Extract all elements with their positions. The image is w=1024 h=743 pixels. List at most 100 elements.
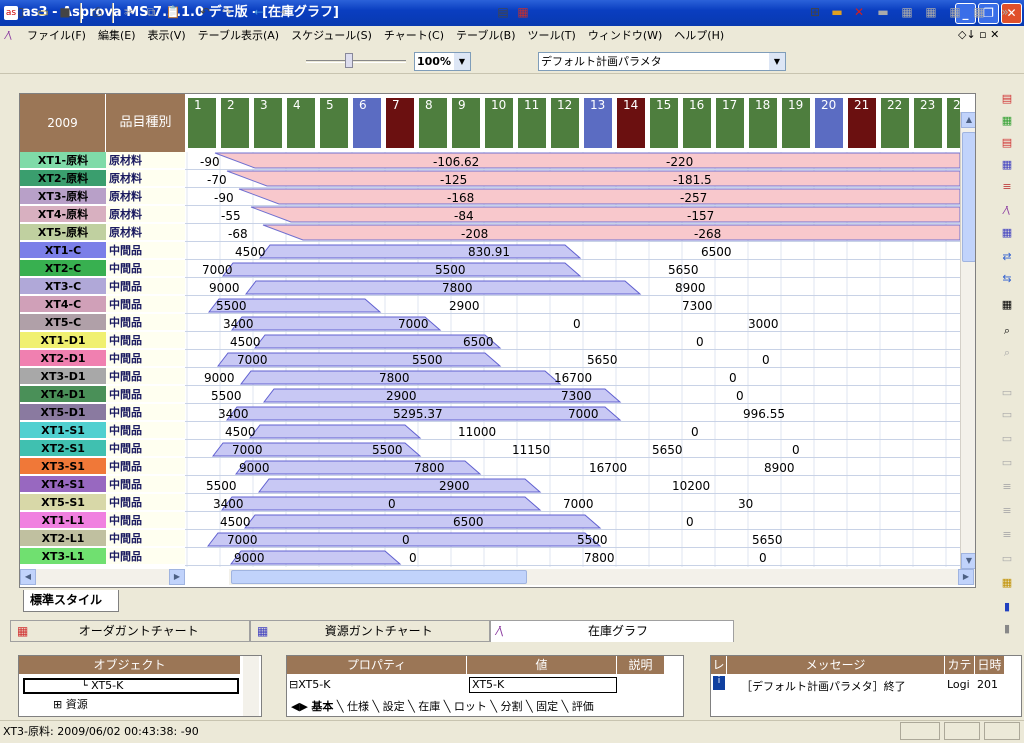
scroll-up-button[interactable]: ▲ xyxy=(961,112,975,128)
calendar-icon[interactable]: ▦ xyxy=(998,298,1016,312)
graph-icon[interactable]: ⁄\ xyxy=(998,204,1016,218)
prop-tab-eval[interactable]: 評価 xyxy=(572,700,594,713)
object-scrollbar[interactable] xyxy=(243,656,259,716)
gray-icon-8[interactable]: ▭ xyxy=(998,552,1016,566)
copy-icon[interactable]: ⧉ xyxy=(142,3,160,21)
menu-help[interactable]: ヘルプ(H) xyxy=(668,26,730,46)
menu-file[interactable]: ファイル(F) xyxy=(21,26,92,46)
undo-icon[interactable]: ↶ xyxy=(196,3,214,21)
delete-icon[interactable]: ✕ xyxy=(850,3,868,21)
item-label-11[interactable]: XT2-D1 xyxy=(20,350,106,367)
arrow-icon-2[interactable]: ⇆ xyxy=(998,272,1016,286)
bar-icon-6[interactable]: ▦ xyxy=(998,226,1016,240)
scroll-right-button[interactable]: ▶ xyxy=(169,569,185,585)
item-label-5[interactable]: XT1-C xyxy=(20,242,106,259)
prop-tab-stock[interactable]: 在庫 xyxy=(418,700,440,713)
item-label-6[interactable]: XT2-C xyxy=(20,260,106,277)
table-icon-2[interactable]: ▦ xyxy=(898,3,916,21)
insert-icon[interactable]: ▬ xyxy=(828,3,846,21)
prop-tab-basic[interactable]: 基本 xyxy=(311,700,333,713)
item-label-21[interactable]: XT2-L1 xyxy=(20,530,106,547)
message-text[interactable]: ［デフォルト計画パラメタ］終了 xyxy=(741,678,906,694)
gray-icon-2[interactable]: ▭ xyxy=(998,408,1016,422)
item-label-8[interactable]: XT4-C xyxy=(20,296,106,313)
bar-icon-1[interactable]: ▤ xyxy=(998,92,1016,106)
param-combo[interactable]: デフォルト計画パラメタ ▼ xyxy=(538,52,786,71)
plot-scroll-right-button[interactable]: ▶ xyxy=(958,569,974,585)
item-label-14[interactable]: XT5-D1 xyxy=(20,404,106,421)
item-label-17[interactable]: XT3-S1 xyxy=(20,458,106,475)
gray-icon-6[interactable]: ≡ xyxy=(998,504,1016,518)
paste-icon[interactable]: 📋 xyxy=(164,3,182,21)
table-icon-6[interactable]: » xyxy=(996,3,1014,21)
save-icon[interactable]: ■ xyxy=(56,3,74,21)
object-tree-item[interactable]: ⊞ 資源 xyxy=(53,698,88,712)
bar-icon-3[interactable]: ▤ xyxy=(998,136,1016,150)
item-label-20[interactable]: XT1-L1 xyxy=(20,512,106,529)
zoom-combo[interactable]: 100% ▼ xyxy=(414,52,471,71)
item-label-9[interactable]: XT5-C xyxy=(20,314,106,331)
item-label-18[interactable]: XT4-S1 xyxy=(20,476,106,493)
new-icon[interactable]: ▯ xyxy=(12,3,30,21)
menu-schedule[interactable]: スケジュール(S) xyxy=(285,26,378,46)
open-icon[interactable]: ▭ xyxy=(34,3,52,21)
item-label-13[interactable]: XT4-D1 xyxy=(20,386,106,403)
tab-stock-graph[interactable]: ⁄\ 在庫グラフ xyxy=(490,620,734,642)
gray-icon-7[interactable]: ≡ xyxy=(998,528,1016,542)
scroll-left-button[interactable]: ◀ xyxy=(20,569,36,585)
menu-table-view[interactable]: テーブル表示(A) xyxy=(192,26,285,46)
item-label-4[interactable]: XT5-原料 xyxy=(20,224,106,241)
item-label-7[interactable]: XT3-C xyxy=(20,278,106,295)
layout-icon[interactable]: ⊞ xyxy=(806,3,824,21)
vertical-scrollbar[interactable]: ▲ ▼ xyxy=(960,112,975,569)
menu-view[interactable]: 表示(V) xyxy=(142,26,192,46)
item-label-10[interactable]: XT1-D1 xyxy=(20,332,106,349)
item-label-3[interactable]: XT4-原料 xyxy=(20,206,106,223)
label-hscrollbar[interactable]: ◀ ▶ xyxy=(20,569,185,585)
zoom-in-icon[interactable]: ⌕ xyxy=(998,324,1016,338)
menu-window[interactable]: ウィンドウ(W) xyxy=(582,26,668,46)
item-label-22[interactable]: XT3-L1 xyxy=(20,548,106,565)
prop-tab-setting[interactable]: 設定 xyxy=(383,700,405,713)
item-label-0[interactable]: XT1-原料 xyxy=(20,152,106,169)
item-label-19[interactable]: XT5-S1 xyxy=(20,494,106,511)
prop-tab-nav-icon[interactable]: ◀▶ xyxy=(291,700,308,713)
table-icon-3[interactable]: ▦ xyxy=(922,3,940,21)
item-label-16[interactable]: XT2-S1 xyxy=(20,440,106,457)
forward-icon[interactable]: → xyxy=(272,3,290,21)
plot-hscrollbar[interactable]: ▶ xyxy=(229,569,975,585)
bar-icon-4[interactable]: ▦ xyxy=(998,158,1016,172)
prop-tab-lot[interactable]: ロット xyxy=(454,700,487,713)
bars-gray-icon[interactable]: ▮ xyxy=(998,622,1016,636)
plot-scroll-thumb[interactable] xyxy=(231,570,527,584)
vertical-scroll-thumb[interactable] xyxy=(962,132,975,262)
scroll-down-button[interactable]: ▼ xyxy=(961,553,975,569)
prop-tab-fixed[interactable]: 固定 xyxy=(536,700,558,713)
prop-tab-spec[interactable]: 仕様 xyxy=(347,700,369,713)
menu-edit[interactable]: 編集(E) xyxy=(92,26,142,46)
menu-tools[interactable]: ツール(T) xyxy=(522,26,582,46)
tab-resource-gantt[interactable]: ▦ 資源ガントチャート xyxy=(250,620,490,642)
style-tab[interactable]: 標準スタイル xyxy=(23,590,119,612)
zoom-slider[interactable] xyxy=(306,60,406,63)
zoom-out-icon[interactable]: ⌕ xyxy=(998,346,1016,360)
redo-icon[interactable]: ↷ xyxy=(218,3,236,21)
table-icon-1[interactable]: ▬ xyxy=(874,3,892,21)
menu-chart[interactable]: チャート(C) xyxy=(378,26,450,46)
menu-table[interactable]: テーブル(B) xyxy=(450,26,521,46)
yellow-icon[interactable]: ▦ xyxy=(998,576,1016,590)
gray-icon-3[interactable]: ▭ xyxy=(998,432,1016,446)
table-icon-4[interactable]: ▦ xyxy=(946,3,964,21)
bars-icon[interactable]: ▮ xyxy=(998,600,1016,614)
mdi-controls[interactable]: ◇↓ ▫ ✕ xyxy=(958,28,999,41)
property-value-field[interactable]: XT5-K xyxy=(469,677,617,693)
object-tree-item[interactable]: └ XT5-K xyxy=(23,678,239,694)
gray-icon-5[interactable]: ≡ xyxy=(998,480,1016,494)
item-label-2[interactable]: XT3-原料 xyxy=(20,188,106,205)
tab-order-gantt[interactable]: ▦ オーダガントチャート xyxy=(10,620,250,642)
item-label-1[interactable]: XT2-原料 xyxy=(20,170,106,187)
back-icon[interactable]: ← xyxy=(250,3,268,21)
bar-icon-2[interactable]: ▦ xyxy=(998,114,1016,128)
zoom-slider-thumb[interactable] xyxy=(345,53,353,68)
table-icon-5[interactable]: ▦ xyxy=(970,3,988,21)
